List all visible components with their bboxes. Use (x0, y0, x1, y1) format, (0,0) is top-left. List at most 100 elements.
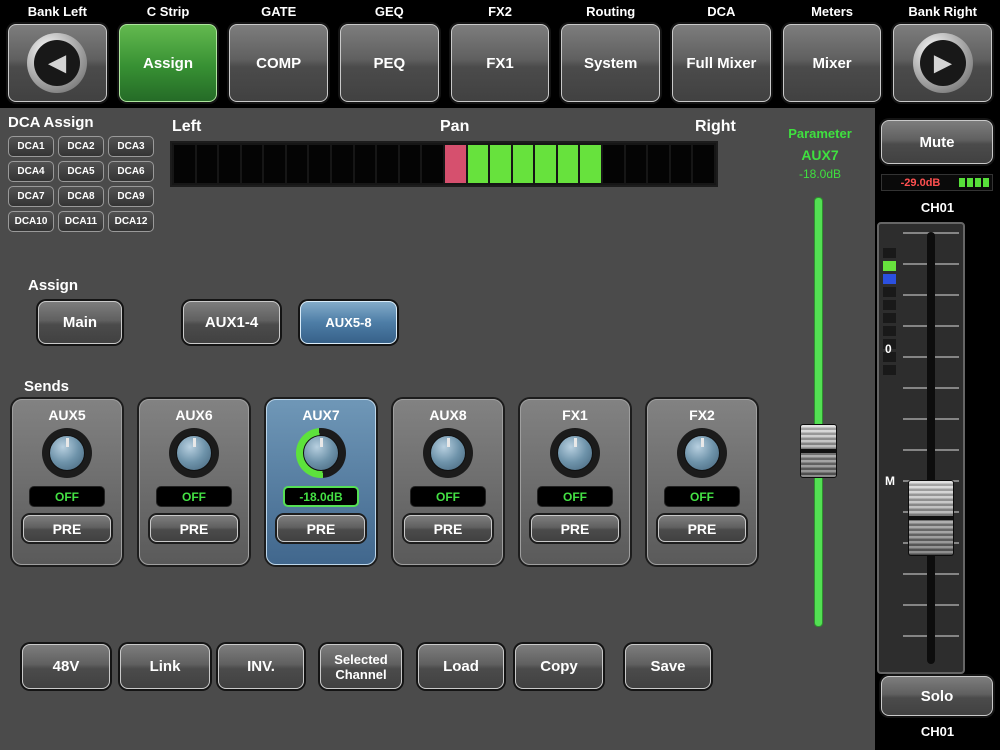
pre-button[interactable]: PRE (23, 515, 111, 542)
nav-button-system[interactable]: System (561, 24, 661, 102)
send-knob[interactable] (557, 435, 593, 471)
send-panel-aux8[interactable]: AUX8 OFF PRE (393, 399, 503, 565)
nav-section-label-cstrip: C Strip (146, 4, 190, 19)
send-knob[interactable] (176, 435, 212, 471)
pan-segment (399, 145, 421, 183)
nav-button-assign[interactable]: Assign (118, 24, 218, 102)
pre-button[interactable]: PRE (531, 515, 619, 542)
send-panel-aux6[interactable]: AUX6 OFF PRE (139, 399, 249, 565)
parameter-slider-track[interactable] (814, 197, 823, 627)
send-value-display: OFF (537, 486, 613, 507)
pan-segment (309, 145, 331, 183)
nav-section-label-dca: DCA (707, 4, 736, 19)
send-panel-fx1[interactable]: FX1 OFF PRE (520, 399, 630, 565)
dca-button-9[interactable]: DCA9 (108, 186, 154, 207)
pre-button[interactable]: PRE (277, 515, 365, 542)
nav-button-fx1[interactable]: FX1 (450, 24, 550, 102)
dca-button-6[interactable]: DCA6 (108, 161, 154, 182)
nav-button-mixer[interactable]: Mixer (782, 24, 882, 102)
send-knob-arc (550, 428, 600, 478)
solo-button[interactable]: Solo (881, 676, 993, 716)
send-knob[interactable] (684, 435, 720, 471)
invert-button[interactable]: INV. (218, 644, 304, 689)
phantom-48v-button[interactable]: 48V (22, 644, 110, 689)
send-value-display: OFF (29, 486, 105, 507)
assign-title: Assign (28, 277, 79, 294)
nav-button-full-mixer[interactable]: Full Mixer (672, 24, 771, 102)
pan-segment (354, 145, 376, 183)
dca-button-1[interactable]: DCA1 (8, 136, 54, 157)
send-knob[interactable] (49, 435, 85, 471)
send-knob[interactable] (303, 435, 339, 471)
load-button[interactable]: Load (418, 644, 504, 689)
nav-section-label-geq: GEQ (374, 4, 404, 19)
nav-button-comp[interactable]: COMP (229, 24, 329, 102)
send-knob[interactable] (430, 435, 466, 471)
dca-button-8[interactable]: DCA8 (58, 186, 104, 207)
pan-segment (580, 145, 601, 183)
parameter-label: Parameter (788, 126, 852, 141)
save-button[interactable]: Save (625, 644, 711, 689)
fader-scale-zero: 0 (885, 342, 892, 356)
mini-meter-segment (967, 178, 973, 187)
pan-segment (286, 145, 308, 183)
strip-meter-segment (883, 261, 896, 271)
dca-button-3[interactable]: DCA3 (108, 136, 154, 157)
channel-fader-handle[interactable] (908, 480, 954, 556)
pre-button[interactable]: PRE (150, 515, 238, 542)
link-button[interactable]: Link (120, 644, 210, 689)
pan-segment (670, 145, 692, 183)
send-name: FX2 (689, 407, 715, 423)
dca-button-11[interactable]: DCA11 (58, 211, 104, 232)
assign-button-main[interactable]: Main (38, 301, 122, 344)
parameter-slider-handle[interactable] (800, 424, 837, 478)
dca-button-7[interactable]: DCA7 (8, 186, 54, 207)
pan-segment (535, 145, 556, 183)
nav-button-peq[interactable]: PEQ (340, 24, 439, 102)
dca-button-2[interactable]: DCA2 (58, 136, 104, 157)
pre-button[interactable]: PRE (404, 515, 492, 542)
dca-button-5[interactable]: DCA5 (58, 161, 104, 182)
nav-col-gate: GATE COMP (223, 0, 334, 108)
pan-segment (512, 145, 534, 183)
pan-title: Pan (440, 118, 470, 135)
dca-button-4[interactable]: DCA4 (8, 161, 54, 182)
pan-segment (174, 145, 195, 183)
assign-button-aux5-8[interactable]: AUX5-8 (300, 301, 397, 344)
strip-meter-segment (883, 300, 896, 310)
pan-segment (241, 145, 263, 183)
bank-right-button[interactable]: ▶ (893, 24, 993, 102)
send-panel-aux7[interactable]: AUX7 -18.0dB PRE (266, 399, 376, 565)
nav-col-geq: GEQ PEQ (334, 0, 445, 108)
nav-section-label-bank-right: Bank Right (908, 4, 978, 19)
pan-segment (557, 145, 579, 183)
send-panel-aux5[interactable]: AUX5 OFF PRE (12, 399, 122, 565)
dca-assign-title: DCA Assign (8, 114, 94, 131)
pan-segment (625, 145, 647, 183)
send-value-display: OFF (410, 486, 486, 507)
selected-channel-button[interactable]: Selected Channel (320, 644, 402, 689)
strip-meter-segment (883, 274, 896, 284)
send-panel-fx2[interactable]: FX2 OFF PRE (647, 399, 757, 565)
channel-strip: Mute -29.0dB CH01 0 M Solo CH01 (875, 108, 1000, 750)
mute-button[interactable]: Mute (881, 120, 993, 164)
pan-segment (490, 145, 511, 183)
assign-button-aux1-4[interactable]: AUX1-4 (183, 301, 280, 344)
parameter-block: Parameter AUX7 -18.0dB (774, 126, 866, 181)
copy-button[interactable]: Copy (515, 644, 603, 689)
pan-meter[interactable] (170, 141, 718, 187)
channel-name-top: CH01 (920, 200, 955, 215)
send-value-display: OFF (664, 486, 740, 507)
strip-meter-segment (883, 248, 896, 258)
dca-button-10[interactable]: DCA10 (8, 211, 54, 232)
send-name: AUX5 (48, 407, 86, 423)
pre-button[interactable]: PRE (658, 515, 746, 542)
pan-right-label: Right (695, 118, 736, 135)
pan-segment (332, 145, 353, 183)
fader-track[interactable] (903, 232, 959, 664)
dca-button-12[interactable]: DCA12 (108, 211, 154, 232)
bank-left-button[interactable]: ◀ (8, 24, 107, 102)
nav-section-label-gate: GATE (261, 4, 297, 19)
strip-meter-segment (883, 313, 896, 323)
send-name: AUX6 (175, 407, 213, 423)
